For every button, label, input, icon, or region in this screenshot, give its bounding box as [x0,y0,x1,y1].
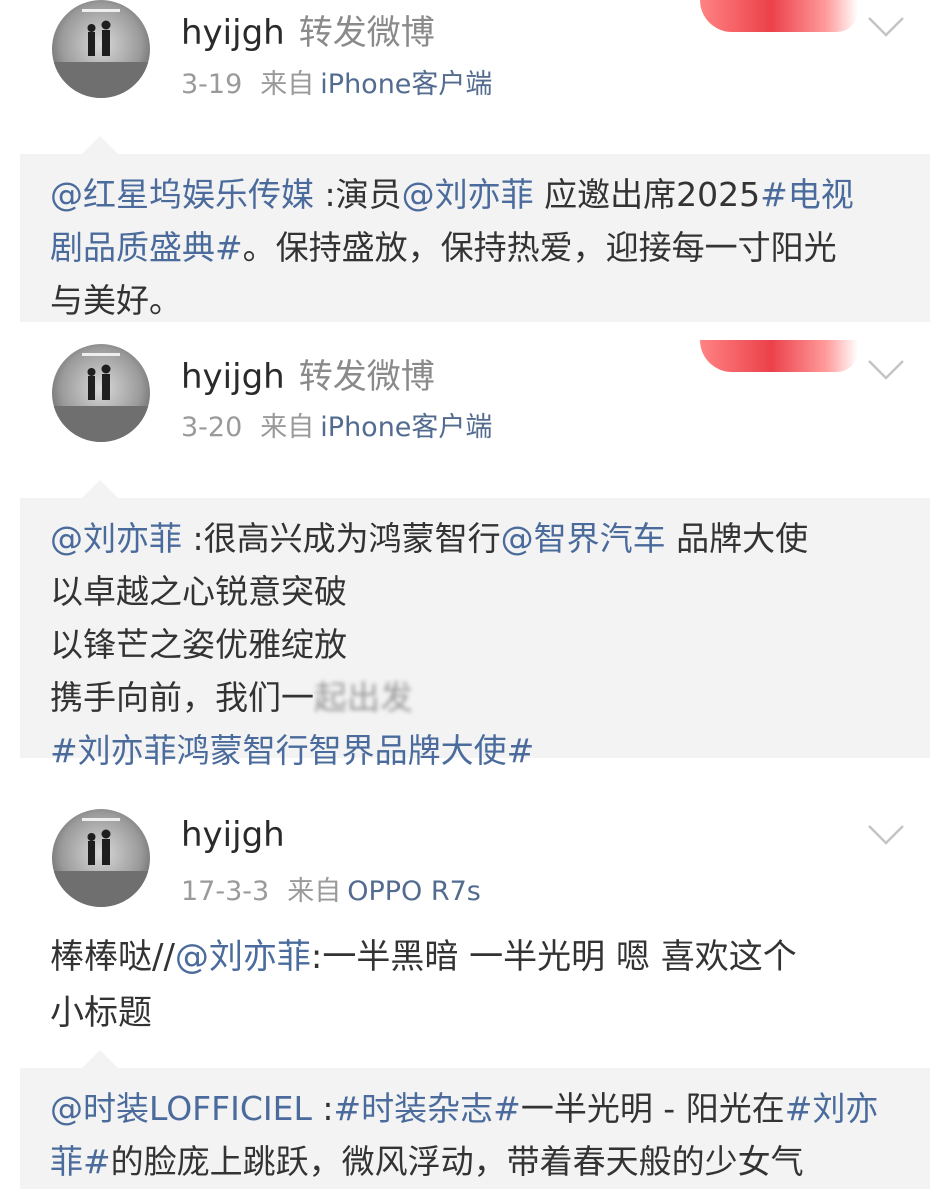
mention-link[interactable]: #时装杂志# [334,1089,521,1128]
mention-link[interactable]: @刘亦菲 [50,519,182,558]
mention-link[interactable]: #电视 [760,175,854,214]
chevron-down-icon[interactable] [866,357,906,383]
text-segment: 以卓越之心锐意突破 [50,572,347,611]
text-line: @红星坞娱乐传媒 :演员@刘亦菲 应邀出席2025#电视 [50,168,900,221]
decoration-badge [700,340,858,372]
post-date: 3-19 [181,69,243,100]
repost-box[interactable]: @刘亦菲 :很高兴成为鸿蒙智行@智界汽车 品牌大使以卓越之心锐意突破 以锋芒之姿优… [20,480,930,770]
text-segment: :一半黑暗 一半光明 嗯 喜欢这个 [310,937,797,977]
post-source[interactable]: iPhone客户端 [320,412,492,443]
mention-link[interactable]: @刘亦菲 [175,937,311,977]
chevron-down-icon[interactable] [866,14,906,40]
repost-box[interactable]: @红星坞娱乐传媒 :演员@刘亦菲 应邀出席2025#电视 剧品质盛典#。保持盛放，… [20,136,930,322]
text-line: @刘亦菲 :很高兴成为鸿蒙智行@智界汽车 品牌大使 [50,512,900,565]
mention-link[interactable]: 菲# [50,1142,111,1181]
post-date: 17-3-3 [181,876,270,907]
text-line: 携手向前，我们一起出发 [50,671,900,724]
text-segment: 应邀出席2025 [533,175,761,214]
avatar-photo-icon [52,818,150,907]
repost-text: @刘亦菲 :很高兴成为鸿蒙智行@智界汽车 品牌大使以卓越之心锐意突破 以锋芒之姿优… [50,512,900,777]
repost-text: @时装LOFFICIEL :#时装杂志#一半光明 - 阳光在#刘亦 菲#的脸庞上跳… [50,1082,900,1188]
chevron-down-icon[interactable] [866,822,906,848]
mention-link[interactable]: @红星坞娱乐传媒 [50,175,314,214]
repost-action-label: 转发微博 [298,13,435,53]
text-segment: 携手向前，我们一 [50,678,314,717]
mention-link[interactable]: #刘亦 [785,1089,879,1128]
post-text: 棒棒哒//@刘亦菲:一半黑暗 一半光明 嗯 喜欢这个小标题 [50,929,910,1041]
text-line: #刘亦菲鸿蒙智行智界品牌大使# [50,724,900,777]
text-segment: 棒棒哒// [50,937,175,977]
text-segment: 小标题 [50,993,152,1033]
from-label: 来自 [260,412,315,443]
from-label: 来自 [260,69,315,100]
avatar-photo-icon [52,9,150,98]
text-line: 棒棒哒//@刘亦菲:一半黑暗 一半光明 嗯 喜欢这个 [50,929,910,985]
username-text[interactable]: hyijgh [181,815,285,855]
post-meta: 3-19 来自 iPhone客户端 [181,62,492,101]
mention-link[interactable]: #刘亦菲鸿蒙智行智界品牌大使# [50,731,534,770]
username[interactable]: hyijgh [181,815,285,855]
text-line: 小标题 [50,985,910,1041]
text-line: @时装LOFFICIEL :#时装杂志#一半光明 - 阳光在#刘亦 [50,1082,900,1135]
mention-link[interactable]: @时装LOFFICIEL [50,1089,312,1128]
text-segment: 与美好。 [50,281,182,320]
decoration-badge [700,0,858,32]
avatar-photo-icon [52,353,150,442]
repost-action-label: 转发微博 [298,357,435,397]
text-segment: 一半光明 - 阳光在 [520,1089,785,1128]
repost-notch [82,480,118,498]
mention-link[interactable]: 剧品质盛典# [50,228,243,267]
username-text[interactable]: hyijgh [181,357,285,397]
text-segment: 以锋芒之姿优雅绽放 [50,625,347,664]
post-meta: 3-20 来自 iPhone客户端 [181,405,492,444]
text-line: 与美好。 [50,274,900,327]
from-label: 来自 [287,876,342,907]
username-text[interactable]: hyijgh [181,13,285,53]
text-segment: :很高兴成为鸿蒙智行 [182,519,501,558]
text-segment: :演员 [314,175,402,214]
post-date: 3-20 [181,412,243,443]
repost-notch [82,136,118,154]
repost-text: @红星坞娱乐传媒 :演员@刘亦菲 应邀出席2025#电视 剧品质盛典#。保持盛放，… [50,168,900,327]
username[interactable]: hyijgh 转发微博 [181,349,435,398]
avatar[interactable] [52,344,150,442]
repost-box[interactable]: @时装LOFFICIEL :#时装杂志#一半光明 - 阳光在#刘亦 菲#的脸庞上跳… [20,1050,930,1189]
text-segment: 起出发 [314,678,413,717]
text-line: 菲#的脸庞上跳跃，微风浮动，带着春天般的少女气 [50,1135,900,1188]
text-line: 以卓越之心锐意突破 [50,565,900,618]
mention-link[interactable]: @智界汽车 [501,519,666,558]
post-source[interactable]: OPPO R7s [347,876,481,907]
text-segment: 的脸庞上跳跃，微风浮动，带着春天般的少女气 [110,1142,804,1181]
post-meta: 17-3-3 来自 OPPO R7s [181,869,481,908]
username[interactable]: hyijgh 转发微博 [181,5,435,54]
post-body: 棒棒哒//@刘亦菲:一半黑暗 一半光明 嗯 喜欢这个小标题 [50,929,910,1041]
text-line: 剧品质盛典#。保持盛放，保持热爱，迎接每一寸阳光 [50,221,900,274]
avatar[interactable] [52,0,150,98]
text-segment: 品牌大使 [665,519,809,558]
text-line: 以锋芒之姿优雅绽放 [50,618,900,671]
mention-link[interactable]: @刘亦菲 [402,175,534,214]
repost-notch [82,1050,118,1068]
avatar[interactable] [52,809,150,907]
post-source[interactable]: iPhone客户端 [320,69,492,100]
text-segment: 。保持盛放，保持热爱，迎接每一寸阳光 [242,228,837,267]
text-segment: : [311,1089,334,1128]
